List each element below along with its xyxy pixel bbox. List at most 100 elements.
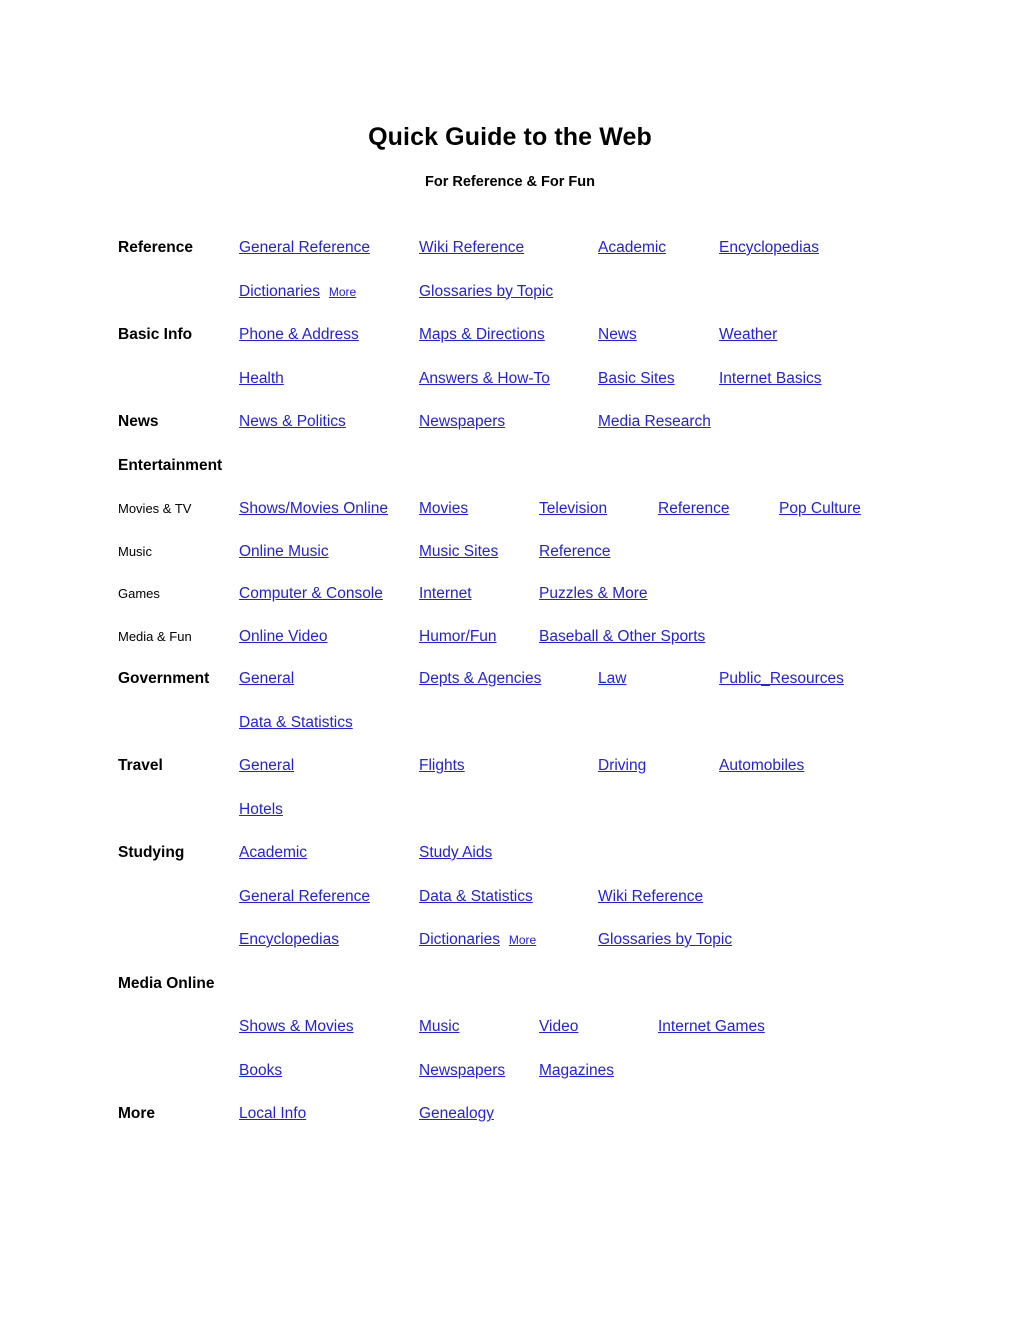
link-study-aids[interactable]: Study Aids — [419, 844, 492, 861]
link-dictionaries-more[interactable]: More — [329, 285, 356, 299]
row-media-online-heading: Media Online — [118, 973, 1020, 1017]
cell-study-academic: Academic — [239, 842, 307, 864]
link-books[interactable]: Books — [239, 1062, 282, 1079]
link-movies[interactable]: Movies — [419, 500, 468, 517]
cell-music-online-music: Online Music — [239, 541, 329, 563]
cell-games-computer-console: Computer & Console — [239, 583, 383, 605]
row-government-1: Government General Depts & Agencies Law … — [118, 668, 1020, 712]
link-answers-and-how-to[interactable]: Answers & How-To — [419, 370, 550, 387]
link-online-music[interactable]: Online Music — [239, 543, 329, 560]
link-genealogy[interactable]: Genealogy — [419, 1105, 494, 1122]
link-general-reference[interactable]: General Reference — [239, 239, 370, 256]
cell-news-politics: News & Politics — [239, 411, 346, 433]
cell-study-wiki-reference: Wiki Reference — [598, 886, 703, 908]
link-movies-reference[interactable]: Reference — [658, 500, 730, 517]
link-government-general[interactable]: General — [239, 670, 294, 687]
row-reference-1: Reference General Reference Wiki Referen… — [118, 237, 1020, 281]
link-news-and-politics[interactable]: News & Politics — [239, 413, 346, 430]
row-reference-2: Dictionaries More Glossaries by Topic — [118, 281, 1020, 325]
row-studying-1: Studying Academic Study Aids — [118, 842, 1020, 886]
link-media-music[interactable]: Music — [419, 1018, 459, 1035]
link-studying-academic[interactable]: Academic — [239, 844, 307, 861]
section-label-more: More — [118, 1105, 156, 1122]
cell-gov-law: Law — [598, 668, 626, 690]
link-computer-and-console[interactable]: Computer & Console — [239, 585, 383, 602]
link-studying-glossaries-by-topic[interactable]: Glossaries by Topic — [598, 931, 732, 948]
link-travel-general[interactable]: General — [239, 757, 294, 774]
link-weather[interactable]: Weather — [719, 326, 777, 343]
row-travel-1: Travel General Flights Driving Automobil… — [118, 755, 1020, 799]
link-depts-and-agencies[interactable]: Depts & Agencies — [419, 670, 541, 687]
link-studying-data-and-statistics[interactable]: Data & Statistics — [419, 888, 533, 905]
cell-music-reference: Reference — [539, 541, 611, 563]
cell-ent-pop-culture: Pop Culture — [779, 498, 861, 520]
link-academic[interactable]: Academic — [598, 239, 666, 256]
cell-ent-shows-movies-online: Shows/Movies Online — [239, 498, 388, 520]
cell-news-newspapers: Newspapers — [419, 411, 505, 433]
link-internet-games-sub[interactable]: Internet — [419, 585, 472, 602]
link-video[interactable]: Video — [539, 1018, 578, 1035]
link-studying-dictionaries-more[interactable]: More — [509, 933, 536, 947]
link-internet-basics[interactable]: Internet Basics — [719, 370, 822, 387]
row-news-1: News News & Politics Newspapers Media Re… — [118, 411, 1020, 455]
cell-basic-answers-howto: Answers & How-To — [419, 368, 550, 390]
cell-travel-automobiles: Automobiles — [719, 755, 804, 777]
cell-more-local-info: Local Info — [239, 1103, 306, 1125]
row-government-2: Data & Statistics — [118, 712, 1020, 756]
link-online-video[interactable]: Online Video — [239, 628, 327, 645]
cell-reference-dictionaries: Dictionaries More — [239, 281, 356, 303]
link-health[interactable]: Health — [239, 370, 284, 387]
cell-study-general-reference: General Reference — [239, 886, 370, 908]
section-label-basic-info: Basic Info — [118, 326, 193, 343]
link-studying-general-reference[interactable]: General Reference — [239, 888, 370, 905]
row-basic-info-1: Basic Info Phone & Address Maps & Direct… — [118, 324, 1020, 368]
link-glossaries-by-topic[interactable]: Glossaries by Topic — [419, 283, 553, 300]
link-basic-sites[interactable]: Basic Sites — [598, 370, 675, 387]
cell-reference-encyclopedias: Encyclopedias — [719, 237, 819, 259]
link-directory: Reference General Reference Wiki Referen… — [0, 237, 1020, 1147]
link-newspapers[interactable]: Newspapers — [419, 413, 505, 430]
link-phone-and-address[interactable]: Phone & Address — [239, 326, 359, 343]
link-media-research[interactable]: Media Research — [598, 413, 711, 430]
cell-basic-internet-basics: Internet Basics — [719, 368, 822, 390]
link-automobiles[interactable]: Automobiles — [719, 757, 804, 774]
link-news[interactable]: News — [598, 326, 637, 343]
link-internet-games[interactable]: Internet Games — [658, 1018, 765, 1035]
page-title: Quick Guide to the Web — [368, 123, 652, 151]
link-shows-and-movies[interactable]: Shows & Movies — [239, 1018, 354, 1035]
link-government-data-and-statistics[interactable]: Data & Statistics — [239, 714, 353, 731]
link-encyclopedias[interactable]: Encyclopedias — [719, 239, 819, 256]
link-local-info[interactable]: Local Info — [239, 1105, 306, 1122]
link-maps-and-directions[interactable]: Maps & Directions — [419, 326, 545, 343]
section-label-media-online: Media Online — [118, 974, 215, 992]
link-studying-wiki-reference[interactable]: Wiki Reference — [598, 888, 703, 905]
cell-media-books: Books — [239, 1060, 282, 1082]
link-puzzles-and-more[interactable]: Puzzles & More — [539, 585, 648, 602]
link-wiki-reference[interactable]: Wiki Reference — [419, 239, 524, 256]
cell-games-internet: Internet — [419, 583, 472, 605]
link-studying-encyclopedias[interactable]: Encyclopedias — [239, 931, 339, 948]
link-hotels[interactable]: Hotels — [239, 801, 283, 818]
cell-ent-reference: Reference — [658, 498, 730, 520]
row-entertainment-music: Music Online Music Music Sites Reference — [118, 541, 1020, 584]
cell-mediafun-baseball-sports: Baseball & Other Sports — [539, 626, 705, 648]
section-label-reference: Reference — [118, 239, 193, 256]
link-magazines[interactable]: Magazines — [539, 1062, 614, 1079]
link-television[interactable]: Television — [539, 500, 607, 517]
page-subtitle: For Reference & For Fun — [425, 174, 595, 190]
link-music-sites[interactable]: Music Sites — [419, 543, 498, 560]
link-studying-dictionaries[interactable]: Dictionaries — [419, 931, 500, 948]
cell-basic-weather: Weather — [719, 324, 777, 346]
cell-news-media-research: Media Research — [598, 411, 711, 433]
link-shows-movies-online[interactable]: Shows/Movies Online — [239, 500, 388, 517]
link-media-newspapers[interactable]: Newspapers — [419, 1062, 505, 1079]
link-pop-culture[interactable]: Pop Culture — [779, 500, 861, 517]
link-baseball-and-other-sports[interactable]: Baseball & Other Sports — [539, 628, 705, 645]
link-music-reference[interactable]: Reference — [539, 543, 611, 560]
link-dictionaries[interactable]: Dictionaries — [239, 283, 320, 300]
link-law[interactable]: Law — [598, 670, 626, 687]
link-flights[interactable]: Flights — [419, 757, 465, 774]
link-humor-fun[interactable]: Humor/Fun — [419, 628, 497, 645]
link-driving[interactable]: Driving — [598, 757, 646, 774]
link-public-resources[interactable]: Public_Resources — [719, 670, 844, 687]
